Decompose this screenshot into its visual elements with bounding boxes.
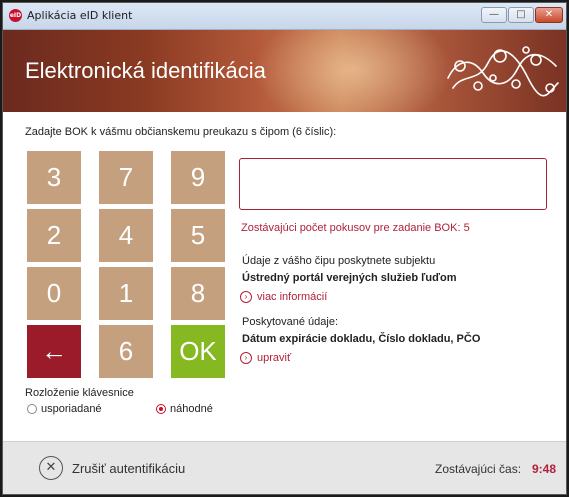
close-icon: ✕	[544, 9, 554, 20]
key-5[interactable]: 5	[171, 209, 225, 262]
key-2[interactable]: 2	[27, 209, 81, 262]
layout-option-ordered-label: usporiadané	[41, 403, 102, 415]
app-window: eID Aplikácia eID klient — □ ✕ Elektroni…	[2, 2, 567, 495]
cancel-x-icon[interactable]: ✕	[39, 456, 63, 480]
subject-intro: Údaje z vášho čipu poskytnete subjektu	[242, 255, 436, 267]
radio-unchecked-icon[interactable]	[27, 404, 37, 414]
radio-checked-icon[interactable]	[156, 404, 166, 414]
edit-link[interactable]: › upraviť	[240, 352, 291, 364]
window-title: Aplikácia eID klient	[27, 9, 133, 22]
title-bar[interactable]: eID Aplikácia eID klient — □ ✕	[3, 3, 566, 30]
layout-option-random-label: náhodné	[170, 403, 213, 415]
chevron-right-icon: ›	[240, 352, 252, 364]
ok-key[interactable]: OK	[171, 325, 225, 378]
cancel-authentication-button[interactable]: Zrušiť autentifikáciu	[72, 461, 185, 476]
backspace-key[interactable]: ←	[27, 325, 81, 378]
chevron-right-icon: ›	[240, 291, 252, 303]
bok-input-field[interactable]	[239, 158, 547, 210]
key-3[interactable]: 3	[27, 151, 81, 204]
key-6[interactable]: 6	[99, 325, 153, 378]
subject-name: Ústredný portál verejných služieb ľuďom	[242, 272, 457, 284]
eid-app-icon: eID	[9, 9, 22, 22]
key-1[interactable]: 1	[99, 267, 153, 320]
minimize-icon: —	[489, 9, 499, 20]
maximize-icon: □	[516, 9, 526, 20]
header-banner: Elektronická identifikácia	[3, 30, 566, 112]
key-8[interactable]: 8	[171, 267, 225, 320]
minimize-button[interactable]: —	[481, 7, 507, 23]
layout-option-ordered[interactable]: usporiadané	[27, 403, 102, 415]
close-button[interactable]: ✕	[535, 7, 563, 23]
footer-bar: ✕ Zrušiť autentifikáciu Zostávajúci čas:…	[3, 441, 566, 494]
provided-data-items: Dátum expirácie dokladu, Číslo dokladu, …	[242, 333, 481, 345]
decorative-ornament-icon	[447, 46, 559, 97]
more-info-label: viac informácií	[257, 291, 328, 303]
keyboard-layout-label: Rozloženie klávesnice	[25, 387, 134, 399]
remaining-time-value: 9:48	[532, 462, 557, 476]
more-info-link[interactable]: › viac informácií	[240, 291, 327, 303]
key-7[interactable]: 7	[99, 151, 153, 204]
page-title: Elektronická identifikácia	[25, 58, 266, 83]
banner-photo-glow	[253, 30, 453, 112]
key-4[interactable]: 4	[99, 209, 153, 262]
remaining-time-label: Zostávajúci čas:	[435, 462, 522, 476]
pin-keypad: 3 7 9 2 4 5 0 1 8 ← 6 OK	[27, 151, 225, 379]
key-0[interactable]: 0	[27, 267, 81, 320]
provided-data-label: Poskytované údaje:	[242, 316, 339, 328]
edit-link-label: upraviť	[257, 352, 292, 364]
key-9[interactable]: 9	[171, 151, 225, 204]
maximize-button[interactable]: □	[508, 7, 534, 23]
remaining-attempts: Zostávajúci počet pokusov pre zadanie BO…	[241, 222, 470, 234]
bok-instruction: Zadajte BOK k vášmu občianskemu preukazu…	[25, 126, 337, 138]
layout-option-random[interactable]: náhodné	[156, 403, 213, 415]
